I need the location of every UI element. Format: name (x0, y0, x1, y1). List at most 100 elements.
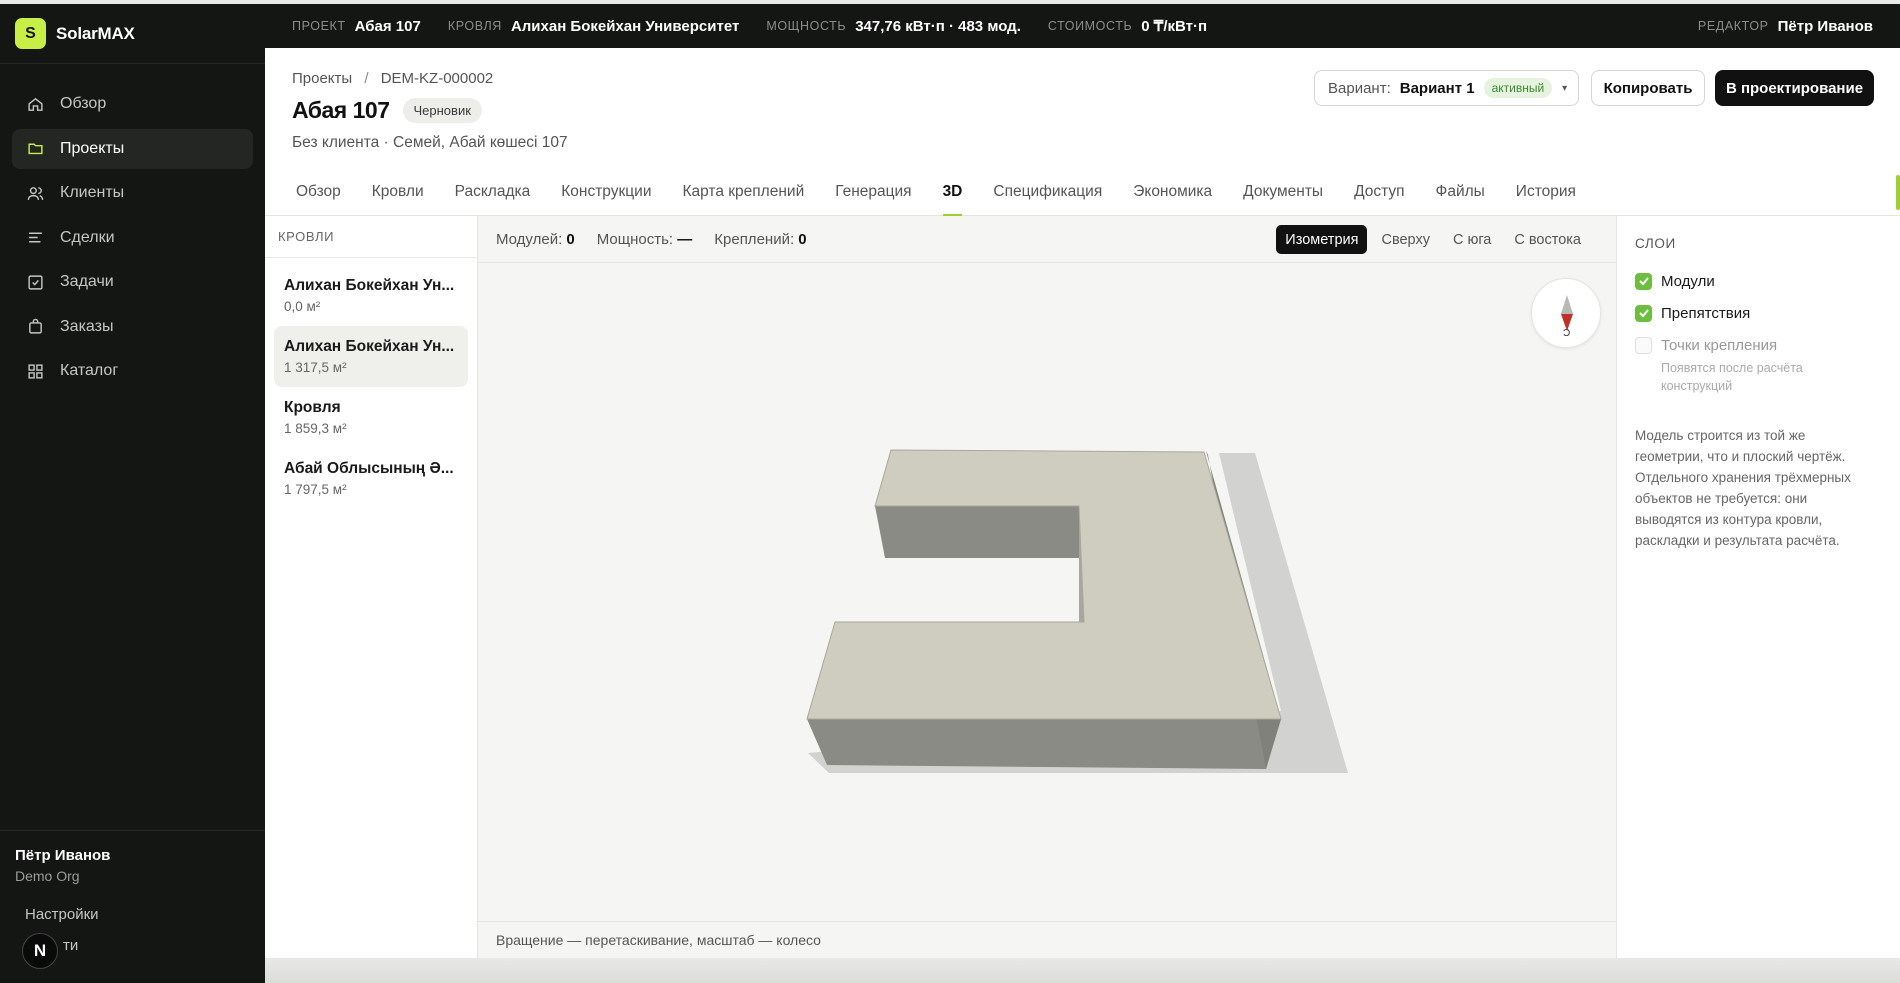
3d-viewer[interactable]: Модулей: 0 Мощность: — Креплений: 0 Изом… (478, 216, 1616, 958)
checkbox-icon (26, 273, 44, 291)
roof-area: 0,0 м² (284, 299, 321, 314)
tab-access[interactable]: Доступ (1346, 183, 1412, 216)
project-subtitle: Без клиента · Семей, Абай көшесі 107 (292, 134, 568, 151)
view-isometric-button[interactable]: Изометрия (1276, 225, 1368, 254)
brand-name: SolarMAX (56, 23, 135, 43)
view-south-button[interactable]: С юга (1444, 225, 1500, 254)
page-title: Абая 107 (292, 97, 390, 123)
bag-icon (26, 318, 44, 336)
model-note: Модель строится из той же геометрии, что… (1635, 428, 1851, 548)
folder-icon (26, 140, 44, 158)
tab-overview[interactable]: Обзор (288, 183, 349, 216)
fasteners-hint: Появятся после расчёта конструкций (1661, 361, 1803, 393)
tab-history[interactable]: История (1508, 183, 1584, 216)
roof-list-item[interactable]: Алихан Бокейхан Ун... 1 317,5 м² (274, 326, 468, 387)
project-value: Абая 107 (354, 17, 421, 35)
layer-modules-toggle[interactable]: Модули (1635, 265, 1882, 297)
variant-label: Вариант: (1328, 79, 1391, 97)
view-switcher: Изометрия Сверху С юга С востока (1271, 225, 1590, 254)
settings-link[interactable]: Настройки (15, 906, 250, 923)
title-row: Абая 107 Черновик (292, 97, 482, 124)
layer-label: Модули (1661, 272, 1715, 290)
viewer-toolbar: Модулей: 0 Мощность: — Креплений: 0 Изом… (478, 216, 1616, 263)
viewer-hint: Вращение — перетаскивание, масштаб — кол… (478, 921, 1616, 958)
copy-button[interactable]: Копировать (1591, 70, 1705, 106)
sidebar-item-label: Задачи (60, 273, 114, 290)
tab-specification[interactable]: Спецификация (985, 183, 1110, 216)
fasteners-stat: Креплений: 0 (714, 230, 807, 248)
layer-fasteners-toggle: Точки крепления (1635, 329, 1882, 361)
tab-roofs[interactable]: Кровли (364, 183, 432, 216)
roof-area: 1 859,3 м² (284, 421, 347, 436)
tab-structures[interactable]: Конструкции (553, 183, 659, 216)
compass[interactable]: С (1531, 278, 1601, 348)
sidebar-item-overview[interactable]: Обзор (12, 84, 253, 124)
roof-value: Алихан Бокейхан Университет (510, 17, 740, 35)
project-label: ПРОЕКТ (292, 19, 346, 33)
tab-fastener-map[interactable]: Карта креплений (674, 183, 812, 216)
sidebar: S SolarMAX Обзор Проекты Клиенты Сделки (0, 4, 265, 983)
fasteners-count: 0 (798, 230, 807, 248)
breadcrumb-projects[interactable]: Проекты (292, 70, 352, 87)
variant-status-badge: активный (1483, 78, 1553, 98)
user-name: Пётр Иванов (15, 847, 111, 864)
roof-name: Алихан Бокейхан Ун... (284, 277, 455, 294)
chevron-down-icon: ▾ (1562, 82, 1568, 94)
power-label: МОЩНОСТЬ (766, 19, 847, 33)
sidebar-item-catalog[interactable]: Каталог (12, 351, 253, 391)
roof-name: Алихан Бокейхан Ун... (284, 338, 455, 355)
brand[interactable]: S SolarMAX (0, 4, 265, 64)
modules-count: 0 (566, 230, 575, 248)
layers-title: СЛОИ (1635, 236, 1676, 251)
roof-list-item[interactable]: Алихан Бокейхан Ун... 0,0 м² (274, 265, 468, 326)
sidebar-item-label: Проекты (60, 139, 125, 157)
sidebar-item-label: Обзор (60, 95, 107, 112)
tab-generation[interactable]: Генерация (827, 183, 919, 216)
compass-north-label: С (1563, 326, 1571, 337)
checkbox-checked-icon[interactable] (1635, 272, 1652, 290)
tab-files[interactable]: Файлы (1428, 183, 1493, 216)
cost-label: СТОИМОСТЬ (1047, 19, 1133, 33)
roof-list-item[interactable]: Кровля 1 859,3 м² (274, 387, 468, 448)
editor-info: РЕДАКТОР Пётр Иванов (1698, 4, 1873, 48)
dev-tools-badge[interactable]: N (22, 933, 58, 969)
roof-area: 1 317,5 м² (284, 360, 347, 375)
sidebar-item-clients[interactable]: Клиенты (12, 173, 253, 213)
roofs-title: КРОВЛИ (265, 216, 477, 258)
sidebar-nav: Обзор Проекты Клиенты Сделки Задачи Зака… (0, 64, 265, 391)
bottom-edge (265, 958, 1900, 983)
tab-documents[interactable]: Документы (1235, 183, 1331, 216)
power-stat: Мощность: — (596, 230, 693, 248)
view-top-button[interactable]: Сверху (1372, 225, 1438, 254)
breadcrumb-separator: / (364, 70, 369, 87)
3d-scene[interactable] (478, 263, 1616, 920)
compass-icon (1561, 295, 1573, 331)
view-east-button[interactable]: С востока (1505, 225, 1590, 254)
sidebar-item-orders[interactable]: Заказы (12, 307, 253, 347)
sidebar-item-projects[interactable]: Проекты (12, 128, 253, 169)
breadcrumb: Проекты / DEM-KZ-000002 (292, 70, 493, 87)
power-value: — (677, 230, 693, 248)
variant-select[interactable]: Вариант: Вариант 1 активный ▾ (1314, 70, 1579, 106)
sidebar-item-label: Заказы (60, 317, 114, 335)
tab-economics[interactable]: Экономика (1125, 183, 1220, 216)
building-wall-inner (875, 506, 1079, 558)
project-tabs: Обзор Кровли Раскладка Конструкции Карта… (288, 183, 1599, 216)
user-org: Demo Org (15, 868, 80, 884)
building-roof-top (806, 449, 1282, 720)
roof-list-item[interactable]: Абай Облысының Ә... 1 797,5 м² (274, 448, 468, 509)
to-design-button[interactable]: В проектирование (1715, 70, 1874, 106)
tab-3d[interactable]: 3D (935, 183, 971, 216)
sidebar-item-tasks[interactable]: Задачи (12, 262, 253, 302)
checkbox-checked-icon[interactable] (1635, 304, 1652, 322)
layer-obstacles-toggle[interactable]: Препятствия (1635, 297, 1882, 329)
brand-logo: S (15, 18, 46, 49)
building-wall-front (807, 719, 1281, 769)
sidebar-item-label: Сделки (60, 228, 115, 246)
users-icon (26, 184, 44, 202)
sidebar-item-deals[interactable]: Сделки (12, 218, 253, 258)
tab-layout[interactable]: Раскладка (447, 183, 539, 216)
scrollbar-indicator[interactable] (1896, 175, 1900, 210)
roof-area: 1 797,5 м² (284, 482, 347, 497)
editor-label: РЕДАКТОР (1697, 19, 1769, 33)
